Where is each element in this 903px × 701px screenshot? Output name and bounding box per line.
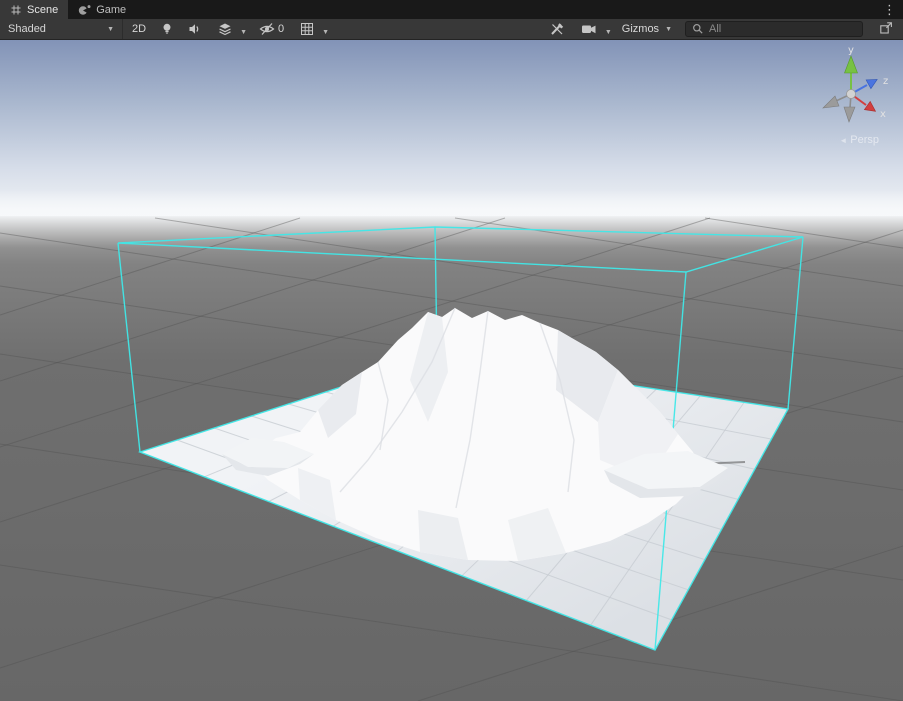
orientation-gizmo[interactable]: y z x bbox=[801, 44, 901, 144]
axis-y-label: y bbox=[848, 45, 854, 56]
effects-layers-icon bbox=[218, 22, 232, 36]
tab-game-label: Game bbox=[96, 4, 126, 16]
tab-scene-label: Scene bbox=[27, 4, 58, 16]
chevron-down-icon: ▼ bbox=[107, 26, 114, 33]
scene-3d-render bbox=[0, 40, 903, 701]
chevron-down-icon: ▼ bbox=[322, 29, 329, 36]
search-value: All bbox=[709, 23, 721, 35]
draw-mode-dropdown[interactable]: Shaded ▼ bbox=[0, 19, 123, 39]
scene-search-field[interactable]: All bbox=[685, 21, 863, 37]
view-tab-bar: Scene Game ⋮ bbox=[0, 0, 903, 19]
effects-dropdown[interactable]: ▼ bbox=[237, 20, 250, 39]
effects-toggle[interactable] bbox=[213, 20, 237, 38]
horizon-haze bbox=[0, 190, 903, 248]
grid-icon bbox=[300, 22, 314, 36]
chevron-down-icon: ▼ bbox=[605, 29, 612, 36]
tab-scene[interactable]: Scene bbox=[0, 0, 68, 19]
grid-control: ▼ bbox=[291, 20, 332, 39]
effects-control: ▼ bbox=[209, 20, 250, 39]
search-icon bbox=[692, 23, 704, 35]
camera-icon bbox=[581, 23, 597, 35]
lightbulb-icon bbox=[160, 22, 174, 36]
scene-camera-control: ▼ bbox=[572, 20, 615, 39]
gizmos-label: Gizmos bbox=[622, 23, 659, 35]
axis-x-label: x bbox=[880, 109, 886, 120]
gizmos-dropdown[interactable]: Gizmos ▼ bbox=[615, 19, 679, 39]
camera-button[interactable] bbox=[576, 21, 602, 37]
lighting-toggle[interactable] bbox=[155, 20, 179, 38]
chevron-down-icon: ▼ bbox=[240, 29, 247, 36]
chevron-down-icon: ▼ bbox=[665, 26, 672, 33]
tools-icon bbox=[549, 22, 565, 36]
eye-slash-icon bbox=[259, 22, 275, 36]
scene-grid-icon bbox=[10, 4, 22, 16]
unity-editor-window: Scene Game ⋮ Shaded ▼ 2D bbox=[0, 0, 903, 701]
speaker-icon bbox=[188, 22, 202, 36]
axis-z-handle[interactable]: z bbox=[851, 76, 888, 94]
2d-toggle[interactable]: 2D bbox=[127, 21, 151, 37]
axis-x-handle[interactable]: x bbox=[851, 94, 886, 120]
hidden-objects-toggle[interactable]: 0 bbox=[254, 20, 289, 38]
draw-mode-label: Shaded bbox=[8, 23, 46, 35]
tools-button[interactable] bbox=[544, 20, 570, 38]
camera-dropdown[interactable]: ▼ bbox=[602, 20, 615, 39]
axis-z-label: z bbox=[883, 76, 888, 87]
window-menu-button[interactable]: ⋮ bbox=[876, 0, 903, 19]
hidden-objects-count: 0 bbox=[278, 23, 284, 35]
scene-toolbar: Shaded ▼ 2D bbox=[0, 19, 903, 40]
axis-y-handle[interactable]: y bbox=[845, 45, 858, 94]
grid-toggle[interactable] bbox=[295, 20, 319, 38]
grid-dropdown[interactable]: ▼ bbox=[319, 20, 332, 39]
left-arrow-icon: ◄ bbox=[839, 136, 847, 145]
game-icon bbox=[78, 4, 91, 16]
pop-out-icon bbox=[879, 21, 893, 35]
audio-toggle[interactable] bbox=[183, 20, 207, 38]
pop-out-window-button[interactable] bbox=[877, 19, 895, 40]
projection-label: Persp bbox=[850, 134, 879, 146]
scene-viewport[interactable]: y z x ◄ Persp bbox=[0, 40, 903, 701]
tab-game[interactable]: Game bbox=[68, 0, 136, 19]
projection-toggle[interactable]: ◄ Persp bbox=[839, 134, 879, 146]
gizmo-center-handle[interactable] bbox=[847, 90, 856, 99]
